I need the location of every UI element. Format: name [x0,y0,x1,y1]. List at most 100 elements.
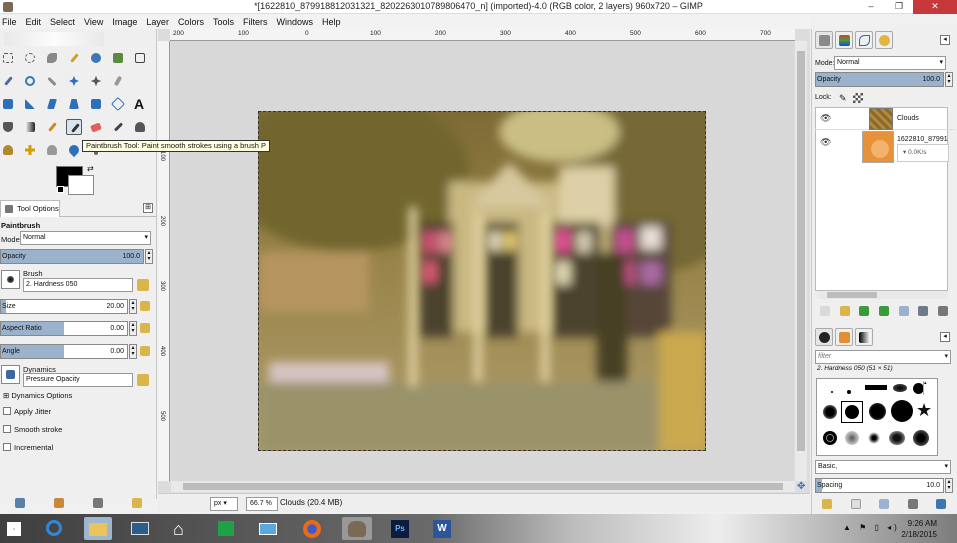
layers-hscroll[interactable] [817,291,948,299]
background-color-swatch[interactable] [68,175,94,195]
menu-tools[interactable]: Tools [213,17,234,27]
apply-jitter-checkbox[interactable] [3,407,11,415]
reset-options-icon[interactable] [132,498,143,508]
incremental-checkbox[interactable] [3,443,11,451]
brush-item[interactable] [869,403,886,420]
brush-item[interactable] [889,431,905,445]
unit-select[interactable]: px ▾ [210,497,238,511]
remote-desktop-icon[interactable] [128,517,152,540]
brush-item[interactable] [891,400,913,422]
mail-icon[interactable] [256,517,280,540]
perspective-clone-tool[interactable] [44,142,60,158]
brush-field[interactable]: 2. Hardness 050 [23,278,133,292]
tab-tool-options[interactable]: Tool Options [0,200,60,217]
tab-gradients[interactable] [855,328,873,346]
menu-filters[interactable]: Filters [243,17,268,27]
fuzzy-select-tool[interactable] [66,50,82,66]
tab-paths[interactable] [855,31,873,49]
horizontal-scrollbar[interactable] [171,481,795,492]
minimize-button[interactable]: – [857,0,885,14]
layer-opacity-slider[interactable]: Opacity 100.0 [815,72,944,87]
color-picker-tool[interactable] [0,73,16,89]
cage-transform-tool[interactable] [110,96,126,112]
angle-slider[interactable]: Angle 0.00 [0,344,128,359]
refresh-brushes-icon[interactable] [936,499,946,509]
reset-size-icon[interactable] [140,301,150,311]
angle-spinner[interactable]: ▴ ▾ [129,344,137,359]
reset-angle-icon[interactable] [140,346,150,356]
size-slider[interactable]: Size 20.00 [0,299,128,314]
opacity-spinner[interactable]: ▴ ▾ [145,249,153,264]
brush-item[interactable] [823,431,837,445]
move-tool[interactable] [66,73,82,89]
tab-brushes[interactable] [815,328,833,346]
aspect-ratio-spinner[interactable]: ▴ ▾ [129,321,137,336]
duplicate-layer-icon[interactable] [898,306,909,316]
new-layer-group-icon[interactable] [839,306,850,316]
close-button[interactable]: ✕ [913,0,957,14]
tab-undo-history[interactable] [875,31,893,49]
text-tool[interactable]: A [132,96,148,112]
reset-aspect-icon[interactable] [140,323,150,333]
brush-scroll[interactable]: ▴ [923,381,935,395]
delete-layer-icon[interactable] [937,306,948,316]
brush-filter-input[interactable]: filter ▾ [815,350,951,364]
brush-preview[interactable] [1,270,20,289]
brush-preset-select[interactable]: Basic, ▾ [815,460,951,474]
zoom-tool[interactable] [22,73,38,89]
paintbrush-tool[interactable] [66,119,82,135]
ink-tool[interactable] [132,119,148,135]
tab-channels[interactable] [835,31,853,49]
edit-brush-button-icon[interactable] [822,499,832,509]
new-brush-icon[interactable] [850,499,861,509]
tray-icons[interactable]: ▲ ⚑ ▯ ◂) [843,523,900,532]
file-explorer-icon[interactable] [84,517,112,540]
navigate-icon[interactable]: ✥ [797,481,805,492]
spacing-spinner[interactable]: ▴ ▾ [945,478,953,493]
image-canvas[interactable] [258,111,706,451]
visibility-eye-icon[interactable]: 👁 [820,137,831,148]
store-icon[interactable] [214,517,238,540]
aspect-ratio-slider[interactable]: Aspect Ratio 0.00 [0,321,128,336]
rotate-tool[interactable] [0,96,16,112]
layer-opacity-spinner[interactable]: ▴ ▾ [945,72,953,87]
brush-item-star[interactable]: ★ [916,401,932,419]
heal-tool[interactable] [22,142,38,158]
eraser-tool[interactable] [88,119,104,135]
vertical-ruler[interactable]: 100 200 300 400 500 [158,41,170,481]
brush-item[interactable] [913,430,929,446]
measure-tool[interactable] [44,73,60,89]
menu-image[interactable]: Image [112,17,137,27]
menu-help[interactable]: Help [322,17,341,27]
clone-tool[interactable] [0,142,16,158]
delete-brush-icon[interactable] [907,499,918,509]
opacity-slider[interactable]: Opacity 100.0 [0,249,144,264]
start-button[interactable] [3,517,25,540]
edit-dynamics-icon[interactable] [137,374,149,386]
vertical-scrollbar[interactable] [795,41,807,481]
blend-tool[interactable] [22,119,38,135]
bucket-fill-tool[interactable] [0,119,16,135]
scale-tool[interactable] [22,96,38,112]
smooth-stroke-checkbox[interactable] [3,425,11,433]
mode-select[interactable]: Normal ▾ [20,231,151,245]
align-tool[interactable] [88,73,104,89]
blur-sharpen-tool[interactable] [66,142,82,158]
flip-tool[interactable] [88,96,104,112]
crop-tool[interactable] [110,73,126,89]
brush-item-selected[interactable] [841,401,863,423]
paths-tool[interactable] [132,50,148,66]
photoshop-icon[interactable]: Ps [388,517,412,540]
foreground-select-tool[interactable] [110,50,126,66]
edit-brush-icon[interactable] [137,279,149,291]
horizontal-ruler[interactable]: 200 100 0 100 200 300 400 500 600 700 [170,29,795,41]
delete-options-icon[interactable] [93,498,104,508]
brushes-menu-button[interactable]: ◂ [940,332,950,342]
word-icon[interactable]: W [430,517,454,540]
maximize-button[interactable]: ❐ [885,0,913,14]
firefox-icon[interactable] [300,517,324,540]
brush-item[interactable] [845,431,859,445]
system-clock[interactable]: 9:26 AM 2/18/2015 [901,518,937,540]
brush-item[interactable] [823,405,837,419]
home-icon[interactable]: ⌂ [170,517,194,540]
